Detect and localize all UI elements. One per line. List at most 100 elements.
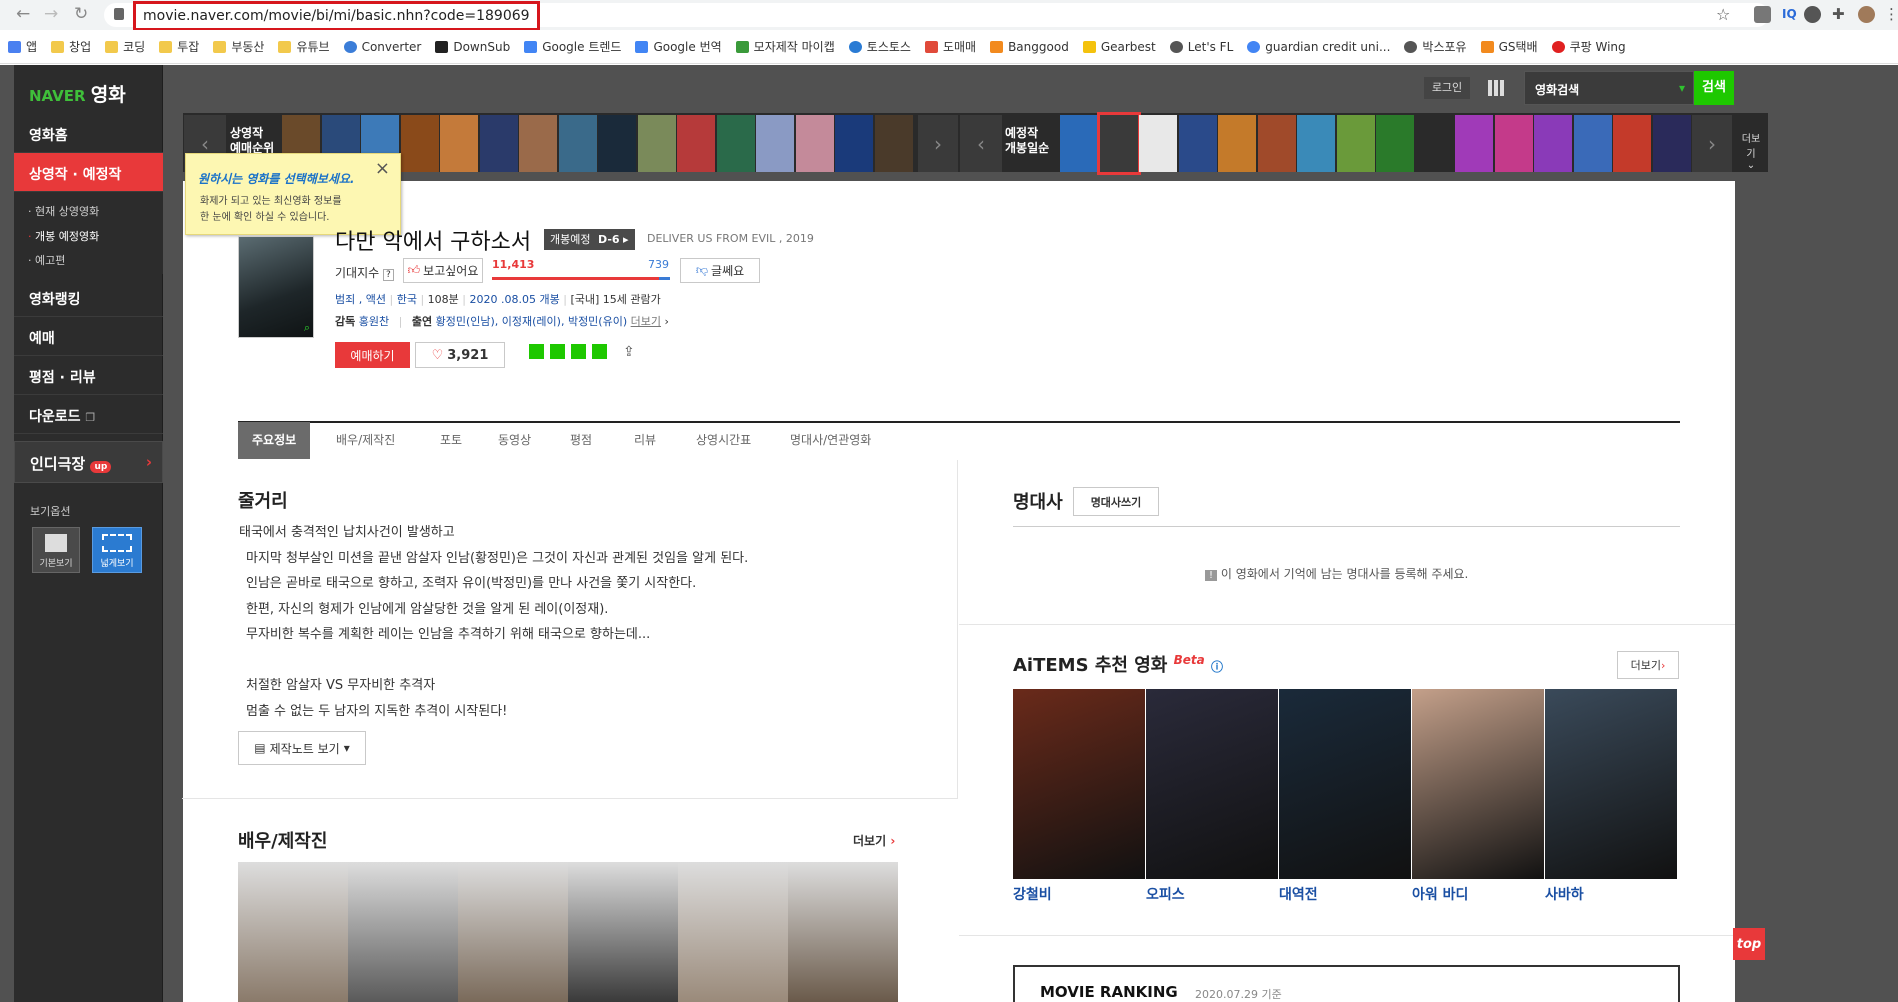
login-button[interactable]: 로그인 xyxy=(1424,77,1470,99)
movie-poster-thumb[interactable] xyxy=(1096,112,1141,175)
menu-icon[interactable]: ⋮ xyxy=(1884,5,1898,23)
movie-poster-thumb[interactable] xyxy=(1178,115,1217,172)
movie-poster-thumb[interactable] xyxy=(1257,115,1296,172)
actor-photo[interactable] xyxy=(238,862,348,1002)
star-icon[interactable]: ☆ xyxy=(1716,5,1730,24)
cafe-share-icon[interactable] xyxy=(592,344,607,359)
tab-6[interactable]: 상영시간표 xyxy=(682,422,765,459)
rating[interactable]: [국내] 15세 관람가 xyxy=(570,293,660,306)
release-date[interactable]: 2020 .08.05 개봉 xyxy=(470,293,560,306)
actor-photo[interactable] xyxy=(568,862,678,1002)
bookmark-link[interactable]: Let's FL xyxy=(1169,40,1233,54)
bookmark-link[interactable]: DownSub xyxy=(435,40,510,54)
bookmark-link[interactable]: Google 트렌드 xyxy=(524,38,621,55)
line-share-icon[interactable] xyxy=(529,344,544,359)
blog-share-icon[interactable] xyxy=(571,344,586,359)
movie-poster-thumb[interactable] xyxy=(795,115,834,172)
movie-poster-thumb[interactable] xyxy=(1336,115,1375,172)
ext-icon[interactable] xyxy=(1804,6,1821,23)
country-link[interactable]: 한국 xyxy=(397,293,417,306)
genre-link[interactable]: 범죄 , 액션 xyxy=(335,293,386,306)
strip-more-button[interactable]: 더보기 ⌄ xyxy=(1738,130,1764,171)
bookmark-link[interactable]: Banggood xyxy=(990,40,1069,54)
back-to-top-button[interactable]: top xyxy=(1733,928,1765,960)
recommended-title[interactable]: 대역전 xyxy=(1279,884,1318,904)
movie-poster[interactable]: ⌕ xyxy=(238,236,314,338)
cast-more-link[interactable]: 더보기 xyxy=(631,315,661,328)
bookmark-link[interactable]: 박스포유 xyxy=(1404,38,1467,55)
lnb-ranking[interactable]: 영화랭킹 xyxy=(14,278,163,317)
movie-poster-thumb[interactable] xyxy=(756,115,794,172)
cast-more-button[interactable]: 더보기 › xyxy=(853,832,895,849)
bookmark-link[interactable]: Converter xyxy=(343,40,421,54)
bookmark-folder[interactable]: 창업 xyxy=(51,38,91,55)
band-share-icon[interactable] xyxy=(550,344,565,359)
movie-poster-thumb[interactable] xyxy=(637,115,676,172)
lnb-home[interactable]: 영화홈 xyxy=(14,114,163,153)
lnb-sub-trailer[interactable]: · 예고편 xyxy=(28,252,65,268)
want-to-see-button[interactable]: 👍︎ 보고싶어요 xyxy=(403,258,483,283)
camera-ext-icon[interactable] xyxy=(1754,6,1771,23)
tab-7[interactable]: 명대사/연관영화 xyxy=(776,422,885,459)
bookmark-link[interactable]: 토스토스 xyxy=(848,38,911,55)
tab-4[interactable]: 평점 xyxy=(556,422,606,459)
recommended-title[interactable]: 오피스 xyxy=(1146,884,1185,904)
close-icon[interactable]: × xyxy=(375,158,390,179)
view-wide-button[interactable]: 넓게보기 xyxy=(92,527,142,573)
movie-poster-thumb[interactable] xyxy=(1534,115,1572,172)
movie-poster-thumb[interactable] xyxy=(1494,115,1533,172)
cast-links[interactable]: 황정민(인남), 이정재(레이), 박정민(유이) xyxy=(436,315,628,328)
strip-next-now[interactable]: › xyxy=(918,115,958,172)
like-button[interactable]: ♡ 3,921 xyxy=(415,342,505,368)
puzzle-icon[interactable]: ✚ xyxy=(1832,5,1845,23)
movie-poster-thumb[interactable] xyxy=(835,115,873,172)
recommended-poster[interactable] xyxy=(1545,689,1677,879)
apps-grid-icon[interactable] xyxy=(1488,80,1504,96)
movie-poster-thumb[interactable] xyxy=(1139,115,1177,172)
bookmark-link[interactable]: GS택배 xyxy=(1480,38,1538,55)
profile-avatar[interactable] xyxy=(1858,6,1875,23)
search-button[interactable]: 검색 xyxy=(1694,71,1734,105)
actor-photo[interactable] xyxy=(348,862,458,1002)
tab-1[interactable]: 배우/제작진 xyxy=(322,422,409,459)
strip-next-coming[interactable]: › xyxy=(1692,115,1732,172)
movie-poster-thumb[interactable] xyxy=(716,115,755,172)
movie-poster-thumb[interactable] xyxy=(400,115,439,172)
recommended-poster[interactable] xyxy=(1146,689,1278,879)
movie-poster-thumb[interactable] xyxy=(1060,115,1098,172)
lnb-indie[interactable]: 인디극장 up › xyxy=(14,441,163,483)
bookmark-folder[interactable]: 투잡 xyxy=(159,38,199,55)
movie-poster-thumb[interactable] xyxy=(1455,115,1493,172)
movie-poster-thumb[interactable] xyxy=(1652,115,1691,172)
recommended-poster[interactable] xyxy=(1013,689,1145,879)
bookmark-link[interactable]: guardian credit uni... xyxy=(1247,40,1390,54)
lnb-download[interactable]: 다운로드 ❐ xyxy=(14,395,163,434)
back-icon[interactable]: ← xyxy=(16,4,30,24)
lnb-current-coming[interactable]: 상영작 · 예정작 xyxy=(14,153,163,192)
movie-poster-thumb[interactable] xyxy=(440,115,478,172)
recommended-poster[interactable] xyxy=(1412,689,1544,879)
actor-photo[interactable] xyxy=(458,862,568,1002)
strip-prev-coming[interactable]: ‹ xyxy=(960,115,1002,172)
bookmark-apps[interactable]: 앱 xyxy=(8,38,37,55)
bookmark-link[interactable]: 도매매 xyxy=(924,38,976,55)
recommended-poster[interactable] xyxy=(1279,689,1411,879)
not-sure-button[interactable]: 👎︎ 글쎄요 xyxy=(680,258,760,283)
movie-poster-thumb[interactable] xyxy=(558,115,597,172)
forward-icon[interactable]: → xyxy=(44,4,58,24)
bookmark-link[interactable]: Google 번역 xyxy=(635,38,722,55)
tab-0[interactable]: 주요정보 xyxy=(238,422,311,459)
actor-photo[interactable] xyxy=(788,862,898,1002)
tab-2[interactable]: 포토 xyxy=(426,422,476,459)
lnb-sub-coming[interactable]: · 개봉 예정영화 xyxy=(28,228,99,244)
url-text[interactable]: movie.naver.com/movie/bi/mi/basic.nhn?co… xyxy=(133,1,540,31)
naver-movie-logo[interactable]: NAVER 영화 xyxy=(14,66,163,114)
director-link[interactable]: 홍원찬 xyxy=(359,315,389,328)
reload-icon[interactable]: ↻ xyxy=(74,4,88,24)
book-ticket-button[interactable]: 예매하기 xyxy=(335,342,410,368)
production-notes-button[interactable]: ▤ 제작노트 보기 ▾ xyxy=(238,731,366,765)
search-category-select[interactable]: 영화검색 ▾ xyxy=(1524,71,1694,105)
movie-poster-thumb[interactable] xyxy=(677,115,715,172)
movie-poster-thumb[interactable] xyxy=(479,115,518,172)
aitems-more-button[interactable]: 더보기 › xyxy=(1617,651,1679,679)
